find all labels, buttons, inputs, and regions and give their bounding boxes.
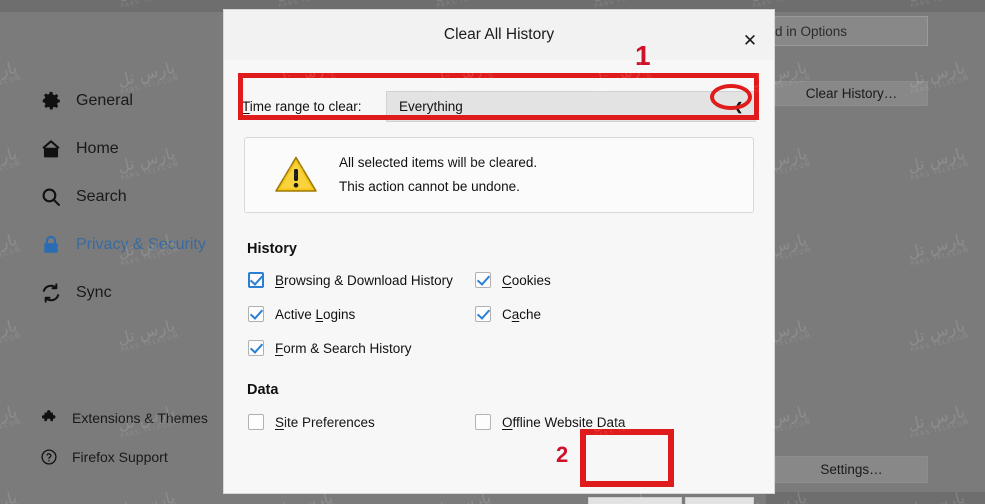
watermark-mark: پارس تلPARS TELECOM [905, 229, 971, 268]
sidebar-item-sync[interactable]: Sync [40, 278, 112, 308]
checkbox-offline-website-data[interactable]: Offline Website Data [475, 414, 625, 430]
find-in-options-value: d in Options [775, 23, 848, 39]
checkbox-active-logins[interactable]: Active Logins [248, 306, 355, 322]
lock-icon [40, 234, 62, 256]
checkbox-label: Form & Search History [275, 340, 412, 356]
checkbox-label: Site Preferences [275, 414, 375, 430]
checkbox-browsing-download-history[interactable]: Browsing & Download History [248, 272, 453, 288]
checkbox-label: Cache [502, 306, 542, 322]
sidebar-item-label: Firefox Support [72, 449, 168, 465]
checkbox-site-preferences[interactable]: Site Preferences [248, 414, 375, 430]
checkbox-box[interactable] [475, 414, 491, 430]
annotation-step-2: 2 [556, 442, 569, 467]
sidebar-item-extensions-themes[interactable]: Extensions & Themes [40, 403, 208, 433]
dialog-title-text: Clear All History [443, 26, 555, 43]
checkbox-label: Cookies [502, 272, 551, 288]
sidebar-item-firefox-support[interactable]: Firefox Support [40, 442, 168, 472]
watermark-mark: پارس تلPARS TELECOM [905, 315, 971, 354]
time-range-row: Time range to clear: Everything ❮ [242, 91, 756, 122]
checkbox-label: Active Logins [275, 306, 356, 322]
checkbox-label: Offline Website Data [502, 414, 626, 430]
watermark-mark: پارس تلPARS TELECOM [905, 143, 971, 182]
warning-text: All selected items will be cleared. This… [339, 151, 537, 199]
sidebar-item-label: Search [76, 188, 127, 205]
checkbox-box[interactable] [248, 272, 264, 288]
history-section-title: History [247, 241, 297, 257]
checkbox-box[interactable] [475, 306, 491, 322]
clear-history-button[interactable]: Clear History… [775, 81, 928, 106]
checkbox-form-search-history[interactable]: Form & Search History [248, 340, 412, 356]
clear-all-history-dialog: Clear All History ✕ Time range to clear:… [224, 10, 774, 504]
checkbox-box[interactable] [248, 340, 264, 356]
chevron-down-icon: ❮ [733, 101, 743, 113]
settings-button[interactable]: Settings… [775, 456, 928, 483]
sidebar-item-label: Home [76, 140, 119, 157]
cancel-button[interactable]: Cancel [685, 497, 754, 504]
sidebar-item-privacy-security[interactable]: Privacy & Security [40, 230, 206, 260]
settings-sidebar[interactable]: General Home Search Privacy & Security S… [0, 12, 224, 504]
clear-history-button-label: Clear History… [805, 86, 898, 101]
data-section-title: Data [247, 382, 279, 398]
watermark-mark: پارس تلPARS TELECOM [905, 401, 971, 440]
warning-line-2: This action cannot be undone. [339, 179, 520, 194]
time-range-select[interactable]: Everything ❮ [386, 91, 756, 122]
search-icon [40, 186, 62, 208]
checkbox-cookies[interactable]: Cookies [475, 272, 551, 288]
warning-triangle-icon [273, 154, 319, 196]
checkbox-label: Browsing & Download History [275, 272, 453, 288]
checkbox-box[interactable] [248, 414, 264, 430]
puzzle-icon [40, 409, 58, 427]
gear-icon [40, 90, 62, 112]
sidebar-item-label: General [76, 92, 133, 109]
warning-line-1: All selected items will be cleared. [339, 155, 538, 170]
time-range-selected-value: Everything [399, 99, 463, 114]
dialog-title: Clear All History [224, 10, 774, 60]
checkbox-cache[interactable]: Cache [475, 306, 541, 322]
find-in-options-input[interactable]: d in Options [766, 16, 928, 46]
checkbox-box[interactable] [475, 272, 491, 288]
sync-icon [40, 282, 62, 304]
sidebar-item-general[interactable]: General [40, 86, 133, 116]
window-bottom-strip [766, 492, 985, 504]
help-circle-icon [40, 448, 58, 466]
dialog-body: Time range to clear: Everything ❮ All se… [224, 60, 774, 504]
sidebar-item-label: Privacy & Security [76, 236, 206, 253]
time-range-label: Time range to clear: [242, 99, 362, 114]
sidebar-item-label: Extensions & Themes [72, 410, 208, 426]
sidebar-item-search[interactable]: Search [40, 182, 127, 212]
clear-now-button[interactable]: Clear Now [588, 497, 682, 504]
warning-panel: All selected items will be cleared. This… [244, 137, 754, 213]
time-range-label-rest: ime range to clear: [249, 99, 362, 114]
close-icon[interactable]: ✕ [738, 29, 762, 53]
checkbox-box[interactable] [248, 306, 264, 322]
firefox-options-screen: General Home Search Privacy & Security S… [0, 0, 985, 504]
annotation-step-1: 1 [635, 40, 651, 71]
sidebar-item-home[interactable]: Home [40, 134, 119, 164]
settings-button-label: Settings… [820, 462, 883, 477]
home-icon [40, 138, 62, 160]
sidebar-item-label: Sync [76, 284, 112, 301]
